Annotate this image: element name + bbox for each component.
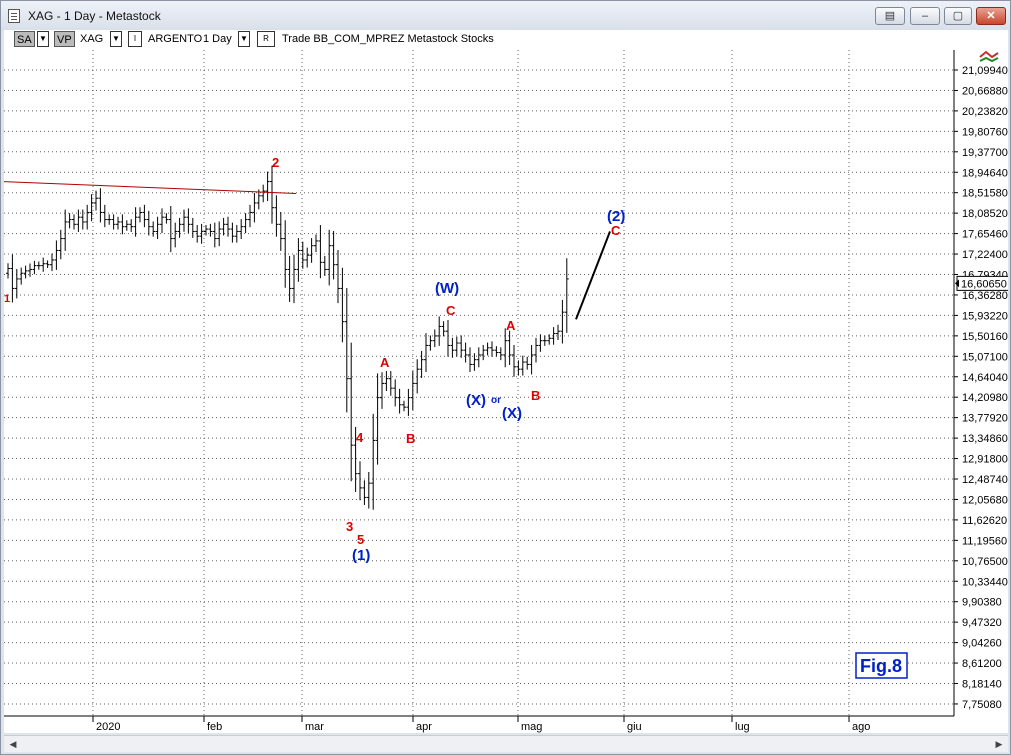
chart-canvas[interactable]: 21,09940 20,66880 20,23820 19,80760 19,37700…	[4, 50, 1008, 733]
period-label: 1 Day	[203, 33, 232, 45]
price-tick-label: 8,18140	[962, 679, 1002, 691]
resistance-trendline[interactable]	[4, 181, 297, 194]
wave-label: 4	[356, 430, 364, 445]
price-tick-label: 18,94640	[962, 167, 1008, 179]
wave-label: or	[491, 395, 501, 406]
r-dropdown[interactable]: R	[257, 31, 275, 47]
price-chart[interactable]: 21,09940 20,66880 20,23820 19,80760 19,37700…	[4, 50, 1008, 733]
time-tick-label: apr	[416, 721, 432, 733]
price-tick-label: 12,05680	[962, 494, 1008, 506]
wave-label: 3	[346, 519, 353, 534]
price-tick-label: 11,62620	[962, 515, 1007, 527]
symbol-label: XAG	[80, 33, 104, 45]
wave-label: B	[406, 431, 415, 446]
price-tick-label: 20,66880	[962, 85, 1008, 97]
price-tick-label: 12,48740	[962, 474, 1008, 486]
scroll-right-arrow-icon[interactable]: ▶	[992, 738, 1006, 751]
chart-tool-icon[interactable]	[979, 50, 999, 59]
wave-label: B	[531, 388, 540, 403]
wave-label: 2	[272, 155, 279, 170]
wave-label: (X)	[502, 405, 522, 422]
chart-toolbar: SA ▼ VP XAG ▼ I ARGENTO 1 Day ▼ R Trade …	[4, 30, 1008, 50]
price-tick-label: 14,20980	[962, 392, 1008, 404]
wave-label: C	[446, 303, 456, 318]
price-tick-label: 11,19560	[962, 535, 1007, 547]
wave-label: 1	[4, 293, 10, 305]
time-tick-label: 2020	[96, 721, 120, 733]
price-tick-label: 19,37700	[962, 147, 1008, 159]
chart-info-text: Trade BB_COM_MPREZ Metastock Stocks	[282, 33, 494, 45]
price-tick-label: 15,93220	[962, 310, 1008, 322]
time-tick-label: feb	[207, 721, 222, 733]
wave-label: (X)	[466, 392, 486, 409]
scroll-left-arrow-icon[interactable]: ◀	[6, 738, 20, 751]
price-tick-label: 13,77920	[962, 413, 1008, 425]
price-tick-label: 7,75080	[962, 699, 1002, 711]
current-price-label: 16,60650	[961, 278, 1007, 290]
wave-label: C	[611, 223, 621, 238]
price-tick-label: 18,51580	[962, 188, 1008, 200]
price-tick-label: 9,47320	[962, 617, 1002, 629]
price-tick-label: 9,04260	[962, 638, 1002, 650]
price-tick-label: 17,65460	[962, 229, 1008, 241]
maximize-button[interactable]: ▢	[944, 7, 972, 25]
price-tick-label: 21,09940	[962, 65, 1008, 77]
vp-button[interactable]: VP	[54, 31, 75, 47]
horizontal-scrollbar[interactable]: ◀ ▶	[4, 735, 1008, 752]
sa-dropdown-arrow[interactable]: ▼	[37, 31, 49, 47]
price-tick-label: 16,36280	[962, 290, 1008, 302]
window-title: XAG - 1 Day - Metastock	[28, 9, 161, 23]
price-tick-label: 18,08520	[962, 208, 1008, 220]
restore-down-button[interactable]: ▤	[875, 7, 905, 25]
price-tick-label: 20,23820	[962, 106, 1008, 118]
wave-label: (W)	[435, 280, 459, 297]
price-tick-label: 10,76500	[962, 556, 1008, 568]
document-icon	[8, 9, 20, 23]
price-tick-label: 14,64040	[962, 372, 1008, 384]
time-tick-label: mag	[521, 721, 542, 733]
indicator-dropdown[interactable]: I	[128, 31, 142, 47]
minimize-button[interactable]: –	[910, 7, 940, 25]
title-bar[interactable]: XAG - 1 Day - Metastock ▤ – ▢ ✕	[1, 1, 1010, 31]
price-tick-label: 8,61200	[962, 658, 1002, 670]
wave-projection-line[interactable]	[575, 231, 611, 320]
chart-window: XAG - 1 Day - Metastock ▤ – ▢ ✕ SA ▼ VP …	[0, 0, 1011, 755]
time-tick-label: ago	[852, 721, 870, 733]
price-tick-label: 15,07100	[962, 351, 1008, 363]
period-dropdown-arrow[interactable]: ▼	[238, 31, 250, 47]
sa-button[interactable]: SA	[14, 31, 35, 47]
wave-label: A	[506, 318, 516, 333]
security-name: ARGENTO	[148, 33, 203, 45]
time-tick-label: lug	[735, 721, 750, 733]
chart-tool-icon-lower[interactable]	[979, 56, 999, 63]
wave-label: A	[380, 355, 390, 370]
time-tick-label: giu	[627, 721, 642, 733]
time-tick-label: mar	[305, 721, 324, 733]
symbol-dropdown-arrow[interactable]: ▼	[110, 31, 122, 47]
price-tick-label: 10,33440	[962, 576, 1008, 588]
wave-label: 5	[357, 532, 364, 547]
wave-label: (1)	[352, 547, 370, 564]
price-tick-label: 12,91800	[962, 454, 1008, 466]
close-button[interactable]: ✕	[976, 7, 1006, 25]
price-tick-label: 13,34860	[962, 433, 1008, 445]
price-tick-label: 15,50160	[962, 331, 1008, 343]
price-tick-label: 17,22400	[962, 249, 1008, 261]
figure-annotation-text: Fig.8	[860, 656, 902, 676]
price-tick-label: 9,90380	[962, 597, 1002, 609]
price-tick-label: 19,80760	[962, 126, 1008, 138]
